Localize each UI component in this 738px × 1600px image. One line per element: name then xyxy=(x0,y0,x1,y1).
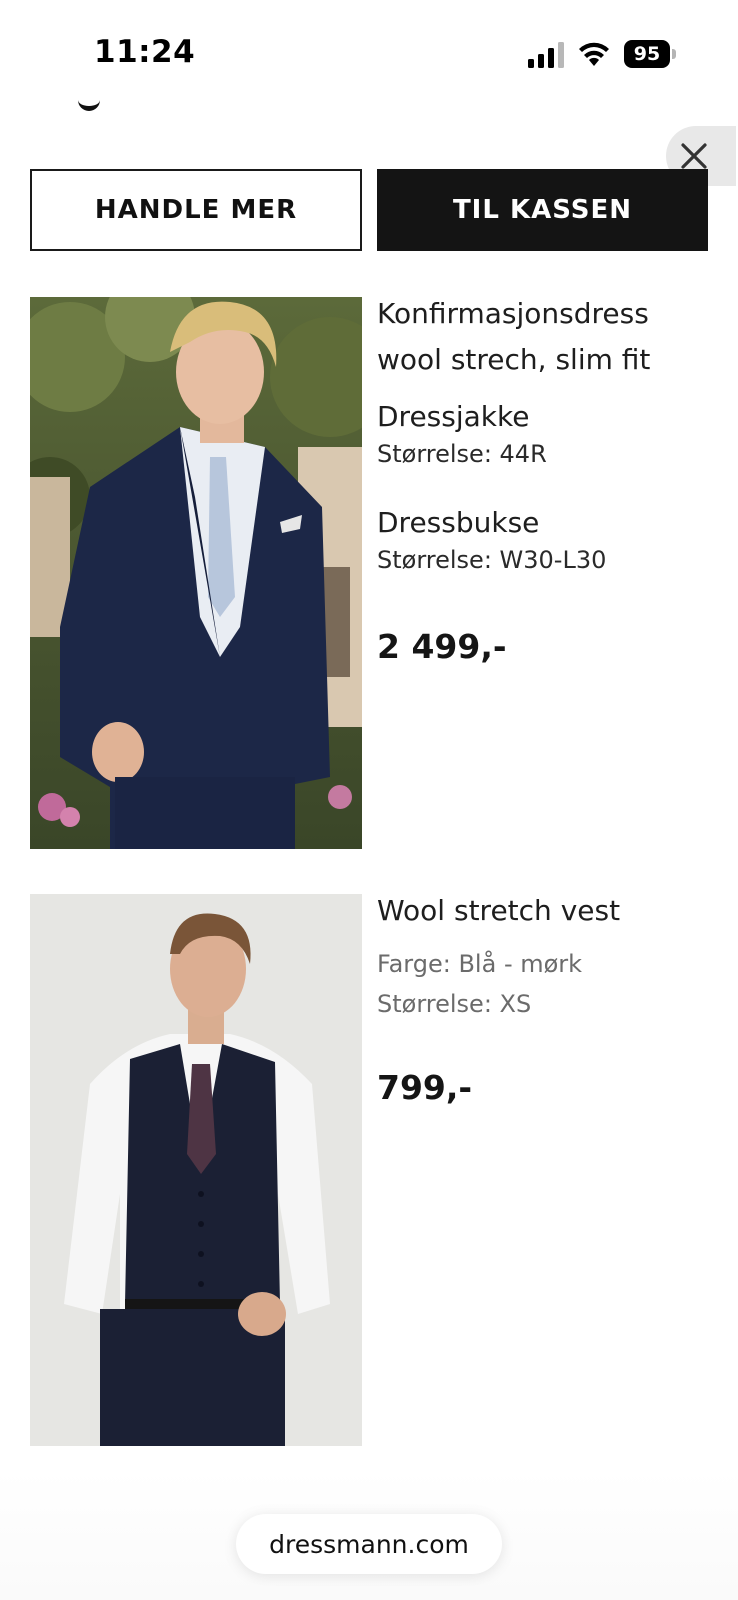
signal-icon xyxy=(528,42,564,68)
cart-screen: 11:24 95 HANDLE MER TIL KASSEN Konfirmas… xyxy=(0,0,738,1600)
variant-size: Størrelse: W30-L30 xyxy=(377,546,607,574)
status-bar: 11:24 95 xyxy=(0,0,738,100)
cart-item: Wool stretch vest Farge: Blå - mørk Stør… xyxy=(30,894,710,1446)
vest-photo-icon xyxy=(30,894,362,1446)
cart-item: Konfirmasjonsdress wool strech, slim fit… xyxy=(30,297,710,849)
product-image-suit[interactable] xyxy=(30,297,362,849)
suit-photo-icon xyxy=(30,297,362,849)
variant-size: Størrelse: 44R xyxy=(377,440,547,468)
continue-shopping-button[interactable]: HANDLE MER xyxy=(30,169,362,251)
product-price: 799,- xyxy=(377,1068,473,1107)
close-icon xyxy=(681,143,707,169)
product-price: 2 499,- xyxy=(377,627,507,666)
variant-name: Dressjakke xyxy=(377,400,530,433)
scrolled-title-remnant xyxy=(78,100,104,114)
product-info: Wool stretch vest Farge: Blå - mørk Stør… xyxy=(377,894,707,1107)
battery-level: 95 xyxy=(633,43,661,65)
checkout-button[interactable]: TIL KASSEN xyxy=(377,169,708,251)
battery-icon: 95 xyxy=(624,40,678,68)
variant-name: Dressbukse xyxy=(377,506,540,539)
product-image-vest[interactable] xyxy=(30,894,362,1446)
product-size: Størrelse: XS xyxy=(377,990,532,1018)
browser-url-bar[interactable]: dressmann.com xyxy=(236,1514,502,1574)
product-color: Farge: Blå - mørk xyxy=(377,950,583,978)
product-name[interactable]: Konfirmasjonsdress wool strech, slim fit xyxy=(377,291,707,383)
status-time: 11:24 xyxy=(94,34,196,70)
wifi-icon xyxy=(579,42,609,66)
battery-tip xyxy=(672,49,676,59)
product-info: Konfirmasjonsdress wool strech, slim fit… xyxy=(377,297,707,666)
product-name[interactable]: Wool stretch vest xyxy=(377,888,707,934)
